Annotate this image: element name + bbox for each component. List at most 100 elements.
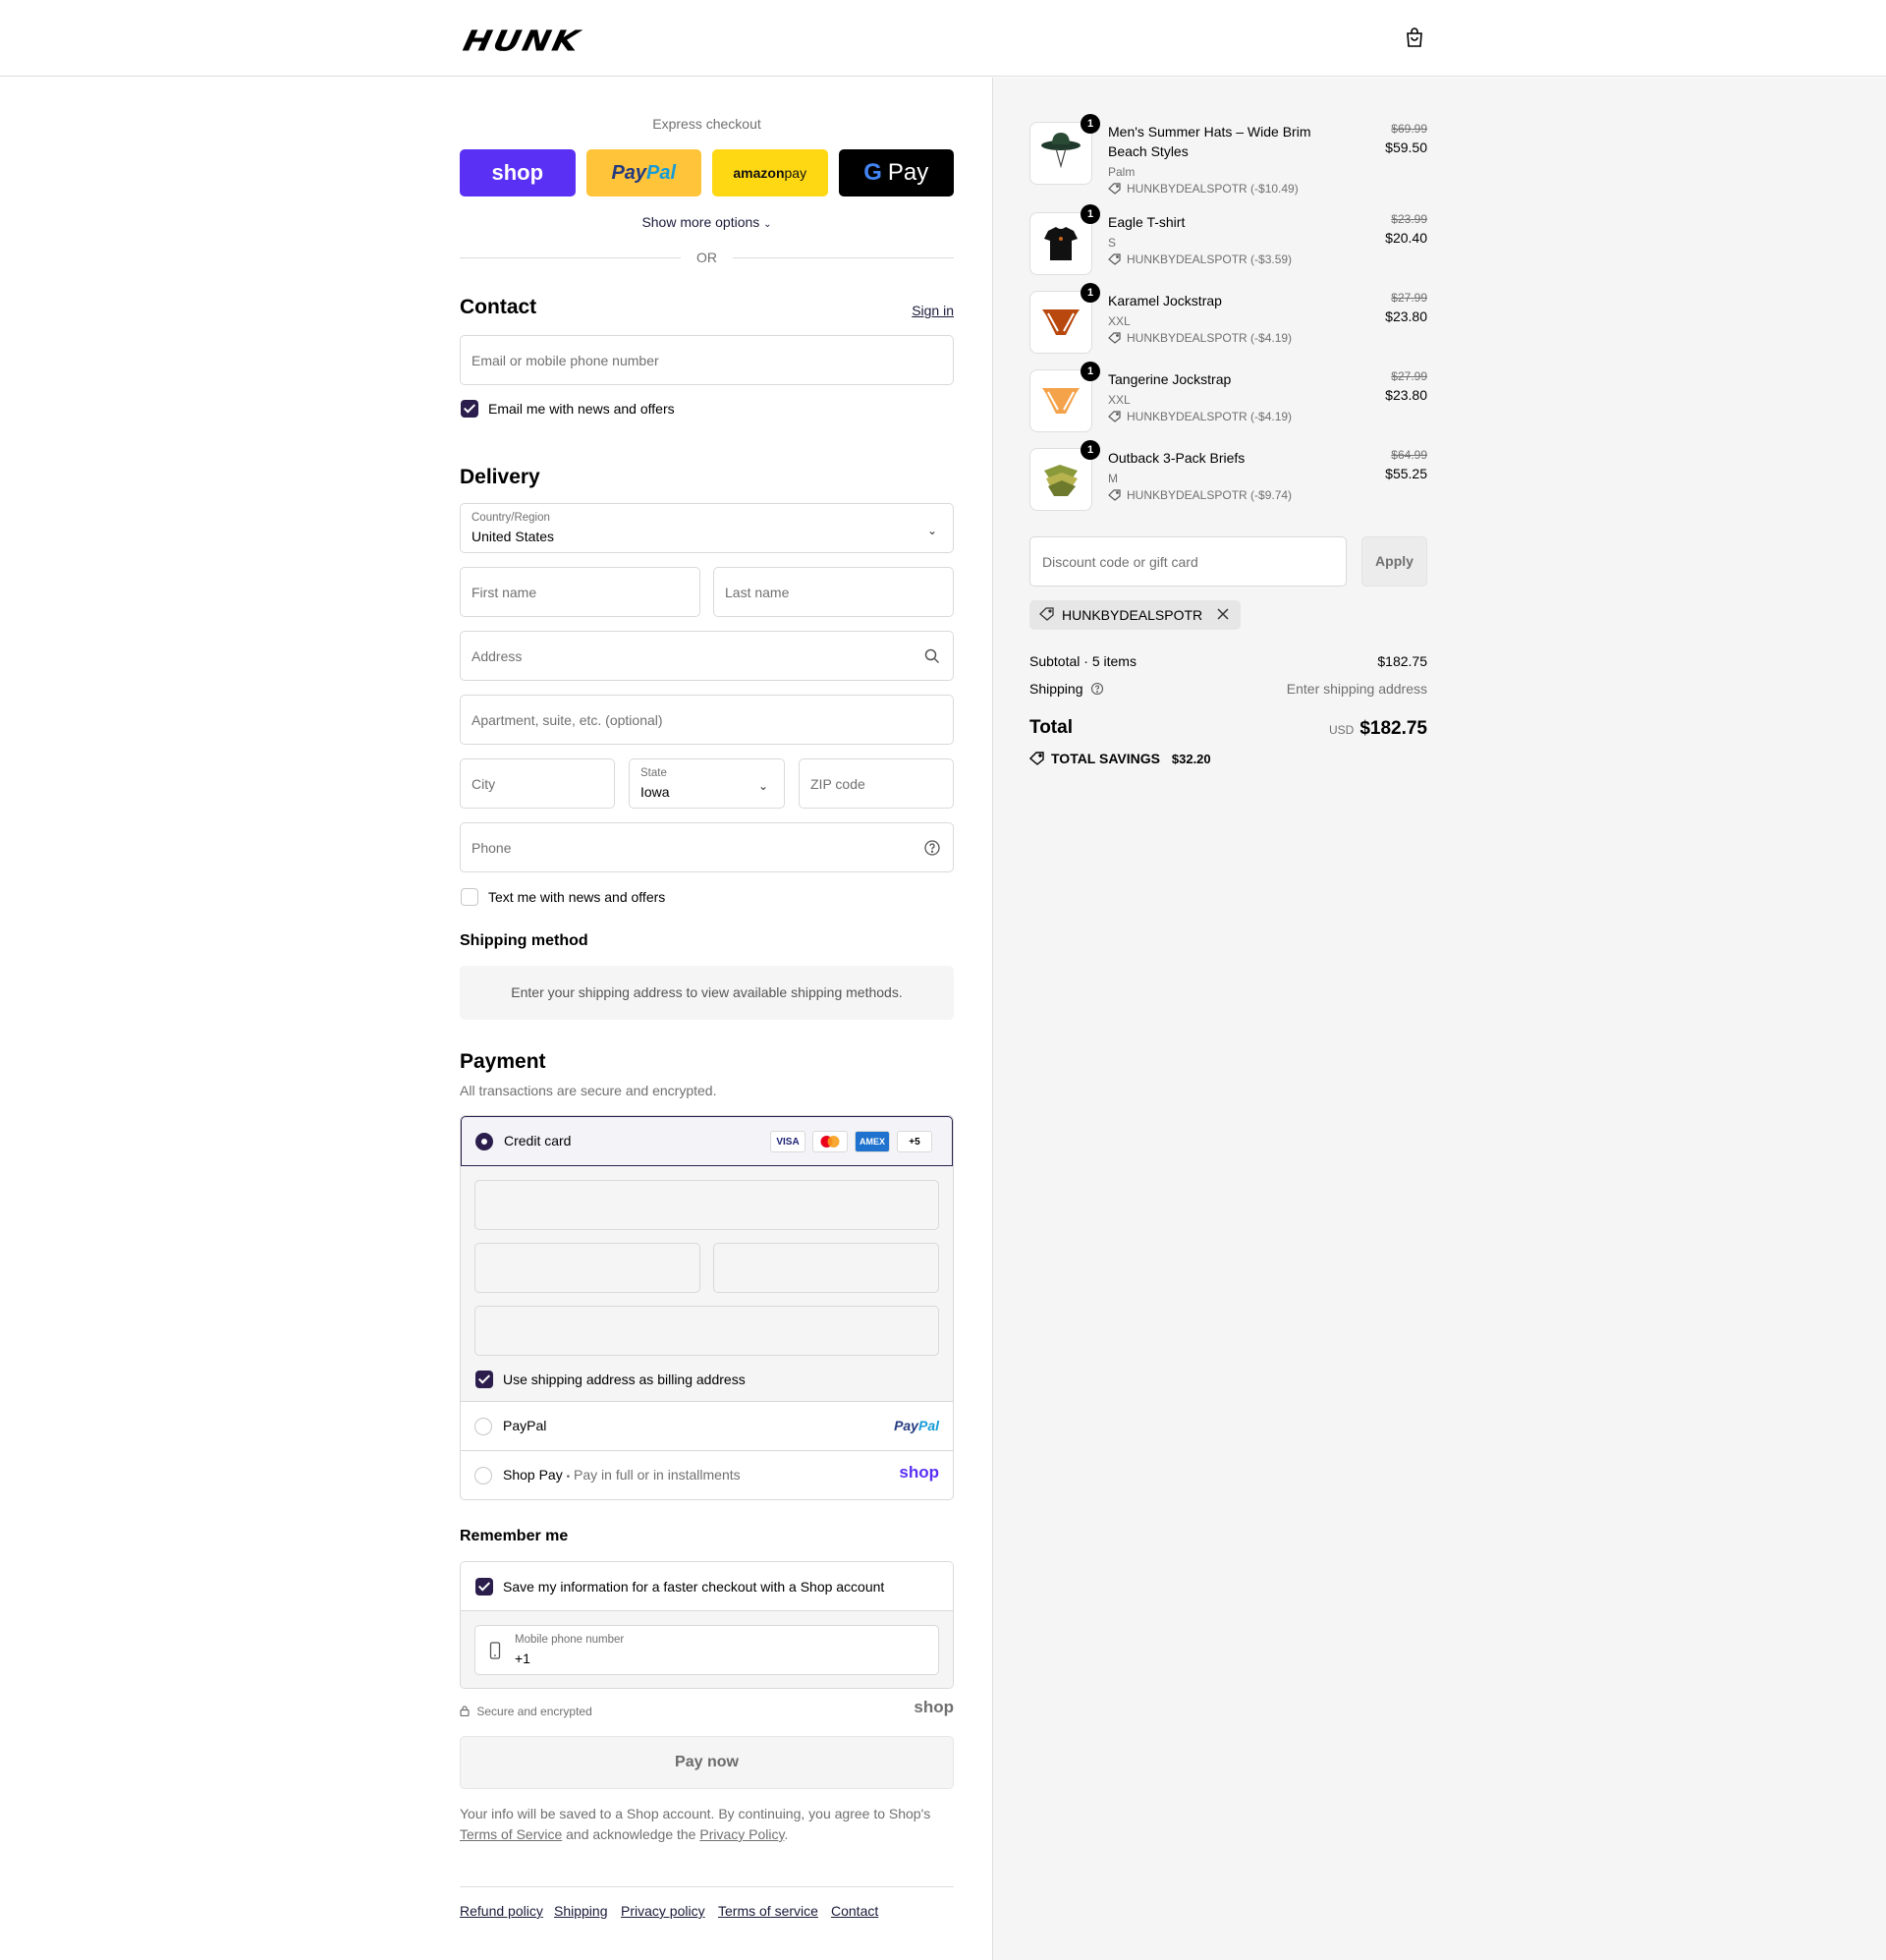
item-discount: HUNKBYDEALSPOTR (-$3.59)	[1108, 252, 1292, 266]
paypal-button[interactable]: Pay Pal	[585, 149, 701, 196]
tag-icon	[1108, 411, 1122, 422]
address-placeholder: Address	[472, 648, 523, 664]
quantity-badge: 1	[1081, 114, 1100, 134]
search-icon	[923, 647, 941, 665]
amazon-pay-label: pay	[784, 165, 807, 181]
contact-heading: Contact	[460, 296, 537, 318]
shipping-row: Shipping Enter shipping address	[1029, 681, 1427, 699]
quantity-badge: 1	[1081, 283, 1100, 303]
cart-item: 1 Outback 3-Pack Briefs M HUNKBYDEALSPOT…	[1029, 440, 1427, 517]
chevron-down-icon: ⌄	[926, 524, 937, 537]
phone-field[interactable]: Phone	[460, 822, 954, 872]
card-expiry-field[interactable]	[474, 1243, 700, 1293]
first-name-field[interactable]: First name	[460, 567, 700, 617]
discount-code-field[interactable]: Discount code or gift card	[1029, 536, 1347, 587]
item-price: $20.40	[1385, 230, 1427, 246]
terms-of-service-link[interactable]: Terms of Service	[460, 1826, 562, 1842]
discount-text: HUNKBYDEALSPOTR (-$10.49)	[1127, 182, 1299, 196]
country-value: United States	[472, 529, 555, 544]
item-variant: M	[1108, 472, 1118, 485]
footer-refund-policy[interactable]: Refund policy	[460, 1903, 543, 1919]
sms-label: Text me with news and offers	[488, 889, 666, 905]
email-field[interactable]: Email or mobile phone number	[460, 335, 954, 385]
footer-terms-of-service[interactable]: Terms of service	[718, 1903, 818, 1919]
legal-text: Your info will be saved to a Shop accoun…	[460, 1804, 954, 1845]
email-placeholder: Email or mobile phone number	[472, 353, 659, 368]
credit-card-radio[interactable]	[475, 1133, 493, 1150]
billing-label: Use shipping address as billing address	[503, 1372, 746, 1387]
product-thumbnail	[1029, 212, 1092, 275]
visa-icon: VISA	[770, 1131, 805, 1152]
cart-item: 1 Tangerine Jockstrap XXL HUNKBYDEALSPOT…	[1029, 362, 1427, 438]
item-discount: HUNKBYDEALSPOTR (-$4.19)	[1108, 331, 1292, 345]
total-savings-row: TOTAL SAVINGS $32.20	[1028, 751, 1427, 768]
more-cards-badge: +5	[897, 1131, 932, 1152]
country-select[interactable]: Country/Region United States ⌄	[460, 503, 954, 553]
express-checkout-title: Express checkout	[652, 116, 761, 132]
tag-icon	[1108, 489, 1122, 501]
close-icon[interactable]	[1217, 607, 1229, 623]
help-icon[interactable]	[1090, 682, 1104, 699]
save-info-checkbox[interactable]	[475, 1578, 493, 1596]
item-name: Eagle T-shirt	[1108, 214, 1186, 230]
address-field[interactable]: Address	[460, 631, 954, 681]
help-icon[interactable]	[923, 839, 941, 857]
item-price: $23.80	[1385, 387, 1427, 403]
secure-note: Secure and encrypted	[460, 1705, 592, 1718]
footer-privacy-policy[interactable]: Privacy policy	[621, 1903, 705, 1919]
billing-checkbox[interactable]	[475, 1371, 493, 1388]
total-label: Total	[1029, 717, 1073, 738]
legal-mid: and acknowledge the	[562, 1826, 700, 1842]
store-logo[interactable]: HUNK	[460, 25, 583, 58]
pay-now-button[interactable]: Pay now	[460, 1736, 954, 1789]
zip-field[interactable]: ZIP code	[799, 758, 954, 809]
save-info-row[interactable]: Save my information for a faster checkou…	[461, 1562, 953, 1611]
item-discount: HUNKBYDEALSPOTR (-$9.74)	[1108, 488, 1292, 502]
sms-checkbox[interactable]	[461, 888, 478, 906]
footer-divider	[460, 1886, 954, 1887]
bullet-separator: •	[566, 1472, 571, 1483]
shopping-bag-icon[interactable]	[1403, 26, 1426, 49]
google-pay-button[interactable]: G Pay	[838, 149, 954, 196]
subtotal-label: Subtotal · 5 items	[1029, 653, 1137, 669]
discount-code-placeholder: Discount code or gift card	[1042, 554, 1198, 570]
shop-pay-option[interactable]: Shop Pay • Pay in full or in installment…	[461, 1451, 953, 1499]
footer-shipping[interactable]: Shipping	[554, 1903, 608, 1919]
card-number-field[interactable]	[474, 1180, 939, 1230]
or-label: OR	[696, 250, 717, 265]
state-select[interactable]: State Iowa ⌄	[629, 758, 785, 809]
shop-pay-label: shop	[491, 160, 544, 185]
save-info-label: Save my information for a faster checkou…	[503, 1579, 885, 1595]
card-cvv-field[interactable]	[713, 1243, 939, 1293]
shop-pay-logo: shop	[899, 1463, 939, 1482]
apartment-field[interactable]: Apartment, suite, etc. (optional)	[460, 695, 954, 745]
paypal-option[interactable]: PayPal PayPal	[461, 1402, 953, 1451]
item-original-price: $69.99	[1391, 122, 1427, 136]
apply-discount-button[interactable]: Apply	[1361, 536, 1427, 587]
zip-placeholder: ZIP code	[810, 776, 865, 792]
chevron-down-icon: ⌄	[757, 779, 768, 793]
last-name-field[interactable]: Last name	[713, 567, 954, 617]
card-name-field[interactable]	[474, 1306, 939, 1356]
mastercard-icon	[812, 1131, 848, 1152]
privacy-policy-link[interactable]: Privacy Policy	[699, 1826, 784, 1842]
city-field[interactable]: City	[460, 758, 615, 809]
payment-subtitle: All transactions are secure and encrypte…	[460, 1083, 717, 1098]
subtotal-value: $182.75	[1377, 653, 1427, 669]
mobile-phone-field[interactable]: Mobile phone number +1	[474, 1625, 939, 1675]
show-more-options-button[interactable]: Show more options ⌄	[460, 214, 954, 230]
sign-in-link[interactable]: Sign in	[912, 303, 954, 318]
credit-card-option[interactable]: Credit card VISA AMEX +5	[461, 1116, 953, 1166]
mobile-phone-label: Mobile phone number	[515, 1634, 625, 1646]
shop-pay-button[interactable]: shop	[460, 149, 576, 196]
mobile-phone-value: +1	[515, 1651, 530, 1666]
newsletter-checkbox[interactable]	[461, 400, 478, 418]
shop-pay-radio[interactable]	[474, 1467, 492, 1484]
paypal-radio[interactable]	[474, 1418, 492, 1435]
total-amount: USD $182.75	[1329, 718, 1427, 740]
footer-contact[interactable]: Contact	[831, 1903, 878, 1919]
apartment-placeholder: Apartment, suite, etc. (optional)	[472, 712, 663, 728]
amazon-pay-button[interactable]: amazon pay	[712, 149, 828, 196]
remember-me-heading: Remember me	[460, 1528, 569, 1544]
item-variant: S	[1108, 236, 1117, 250]
